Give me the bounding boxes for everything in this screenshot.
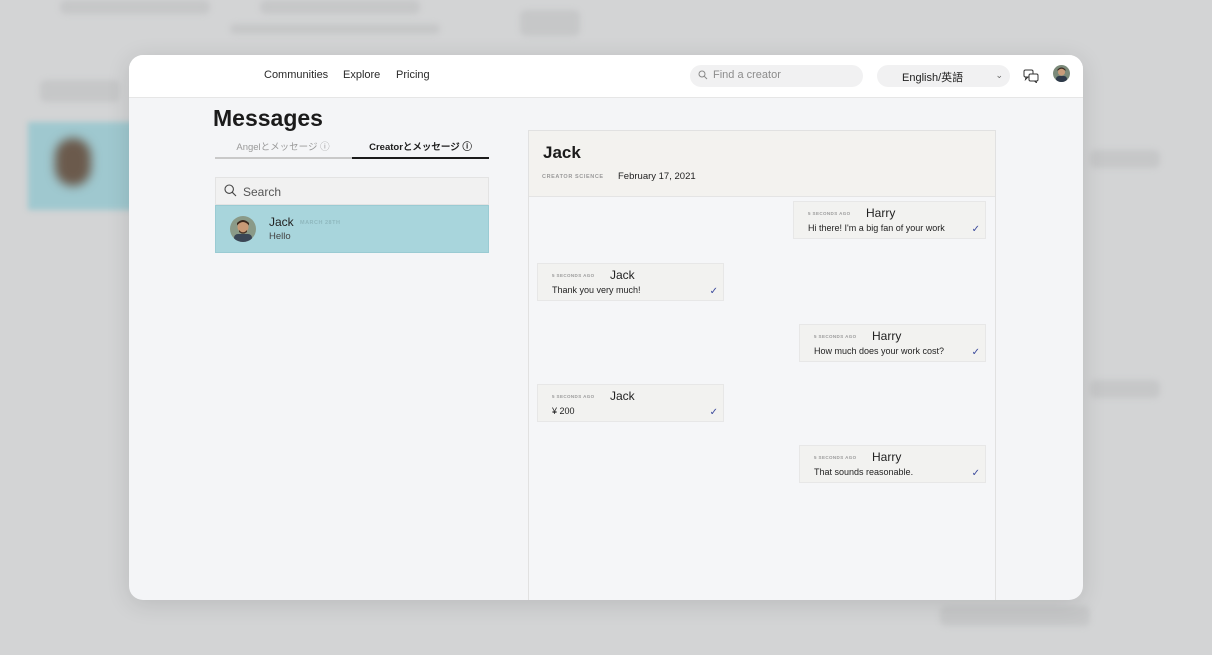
chat-category-tag: CREATOR SCIENCE: [542, 174, 604, 180]
message-bubble: 5 SECONDS AGO Jack ¥ 200 ✓: [537, 384, 724, 422]
background-shape: [260, 0, 420, 14]
avatar: [230, 216, 256, 242]
chat-header: Jack CREATOR SCIENCE February 17, 2021: [529, 131, 995, 197]
message-text: Thank you very much!: [552, 285, 641, 295]
conversation-name: Jack: [269, 215, 294, 229]
read-check-icon: ✓: [971, 224, 980, 235]
nav-link-communities[interactable]: Communities: [264, 69, 328, 81]
message-text: Hi there! I'm a big fan of your work: [808, 223, 945, 233]
search-icon: [698, 70, 708, 80]
top-navbar: Communities Explore Pricing Find a creat…: [129, 55, 1083, 98]
message-sender: Jack: [610, 389, 635, 403]
language-select-label: English/英語: [902, 72, 964, 84]
message-sender: Harry: [872, 329, 902, 343]
message-sender: Harry: [866, 206, 896, 220]
read-check-icon: ✓: [709, 407, 718, 418]
background-shape: [60, 0, 210, 14]
nav-link-pricing[interactable]: Pricing: [396, 69, 430, 81]
message-sender: Jack: [610, 268, 635, 282]
tab-creator-messages[interactable]: Creatorとメッセージ ⓘ: [352, 139, 489, 153]
background-shape: [940, 606, 1090, 626]
message-time: 5 SECONDS AGO: [814, 334, 857, 339]
message-time: 5 SECONDS AGO: [552, 273, 595, 278]
background-shape: [40, 80, 120, 102]
background-shape: [1090, 380, 1160, 398]
read-check-icon: ✓: [971, 468, 980, 479]
message-bubble: 5 SECONDS AGO Harry That sounds reasonab…: [799, 445, 986, 483]
message-sender: Harry: [872, 450, 902, 464]
message-bubble: 5 SECONDS AGO Harry Hi there! I'm a big …: [793, 201, 986, 239]
chat-date: February 17, 2021: [618, 171, 696, 182]
page-title: Messages: [213, 105, 323, 131]
tab-underline: [215, 157, 352, 159]
nav-link-explore[interactable]: Explore: [343, 69, 380, 81]
message-bubble: 5 SECONDS AGO Jack Thank you very much! …: [537, 263, 724, 301]
search-icon: [224, 184, 237, 197]
user-avatar[interactable]: [1053, 65, 1070, 82]
conversation-date: MARCH 28TH: [300, 220, 341, 226]
message-bubble: 5 SECONDS AGO Harry How much does your w…: [799, 324, 986, 362]
chevron-down-icon: ⌄: [995, 70, 1003, 80]
message-time: 5 SECONDS AGO: [814, 455, 857, 460]
language-select[interactable]: English/英語 ⌄: [877, 65, 1010, 87]
creator-search-input[interactable]: Find a creator: [690, 65, 863, 87]
background-shape: [55, 138, 91, 186]
read-check-icon: ✓: [709, 286, 718, 297]
messages-icon[interactable]: [1023, 69, 1039, 83]
conversation-search-input[interactable]: Search: [215, 177, 489, 205]
conversation-preview: Hello: [269, 231, 291, 242]
conversation-list-item[interactable]: Jack MARCH 28TH Hello: [215, 205, 489, 253]
chat-panel: Jack CREATOR SCIENCE February 17, 2021 5…: [528, 130, 996, 600]
tab-angel-messages[interactable]: Angelとメッセージ ⓘ: [215, 139, 351, 153]
tab-active-underline: [352, 157, 489, 159]
message-text: ¥ 200: [552, 406, 575, 416]
messages-modal: Communities Explore Pricing Find a creat…: [129, 55, 1083, 600]
creator-search-placeholder: Find a creator: [713, 69, 781, 81]
chat-title: Jack: [543, 143, 581, 162]
conversation-search-placeholder: Search: [243, 185, 282, 199]
message-text: How much does your work cost?: [814, 346, 945, 356]
message-time: 5 SECONDS AGO: [552, 394, 595, 399]
message-text: That sounds reasonable.: [814, 467, 914, 477]
message-time: 5 SECONDS AGO: [808, 211, 851, 216]
read-check-icon: ✓: [971, 347, 980, 358]
background-shape: [230, 24, 440, 34]
background-shape: [520, 10, 580, 36]
background-shape: [1090, 150, 1160, 168]
